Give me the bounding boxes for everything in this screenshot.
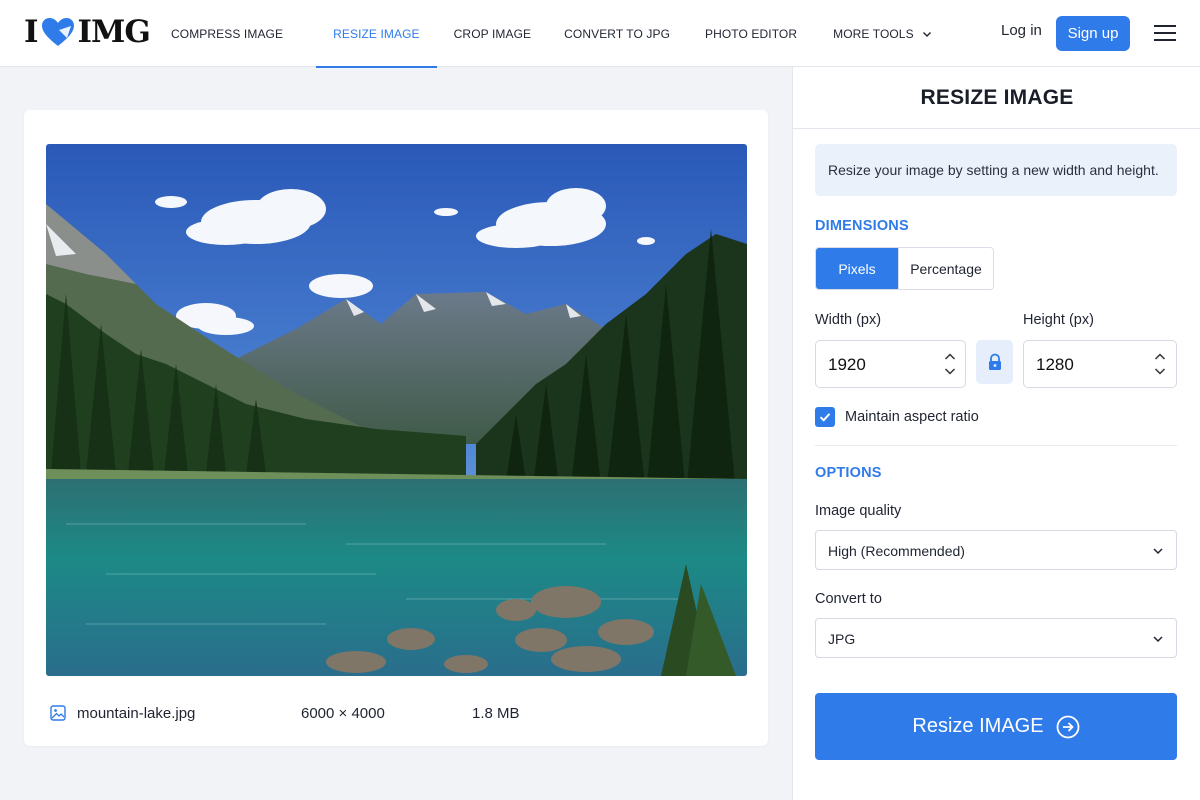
convert-value: JPG (828, 631, 856, 647)
image-preview (46, 144, 747, 676)
height-stepper-icon[interactable] (1153, 350, 1167, 378)
nav-resize-image[interactable]: RESIZE IMAGE (316, 0, 437, 68)
nav-label: MORE TOOLS (833, 26, 914, 41)
nav-label: CONVERT TO JPG (564, 26, 670, 41)
quality-label: Image quality (815, 503, 902, 519)
nav-photo-editor[interactable]: PHOTO EDITOR (705, 0, 797, 67)
resize-image-button[interactable]: Resize IMAGE (815, 693, 1177, 760)
convert-select[interactable]: JPG (815, 618, 1177, 658)
height-value: 1280 (1036, 355, 1074, 374)
aspect-lock-button[interactable] (976, 340, 1013, 384)
chevron-down-icon (1153, 636, 1163, 643)
percentage-option[interactable]: Percentage (898, 248, 993, 289)
file-name: mountain-lake.jpg (77, 705, 196, 722)
login-link[interactable]: Log in (1001, 22, 1042, 39)
nav-compress-image[interactable]: COMPRESS IMAGE (171, 0, 283, 67)
main-nav: COMPRESS IMAGE RESIZE IMAGE CROP IMAGE C… (154, 0, 932, 68)
nav-crop-image[interactable]: CROP IMAGE (454, 0, 531, 67)
panel-title: RESIZE IMAGE (793, 67, 1200, 129)
width-value: 1920 (828, 355, 866, 374)
logo-text-left: I (24, 14, 38, 50)
resize-button-label: Resize IMAGE (912, 715, 1044, 737)
file-info-row: mountain-lake.jpg 6000 × 4000 1.8 MB (50, 704, 740, 724)
signup-button[interactable]: Sign up (1056, 16, 1130, 51)
mountain-lake-photo (46, 144, 747, 676)
dimension-mode-toggle: Pixels Percentage (815, 247, 994, 290)
file-size: 1.8 MB (472, 705, 520, 722)
nav-label: CROP IMAGE (453, 26, 532, 41)
convert-label: Convert to (815, 591, 882, 607)
width-label: Width (px) (815, 312, 882, 328)
top-navigation-bar: I IMG COMPRESS IMAGE RESIZE IMAGE CROP I… (0, 0, 1200, 68)
nav-convert-to-jpg[interactable]: CONVERT TO JPG (564, 0, 670, 67)
dimensions-section-label: DIMENSIONS (815, 218, 909, 234)
nav-label: RESIZE IMAGE (333, 26, 420, 41)
maintain-aspect-checkbox[interactable] (815, 407, 835, 427)
info-banner: Resize your image by setting a new width… (815, 144, 1177, 196)
resize-settings-panel: RESIZE IMAGE Resize your image by settin… (792, 67, 1200, 800)
file-dimensions: 6000 × 4000 (301, 705, 385, 722)
hamburger-menu-icon[interactable] (1153, 23, 1177, 43)
section-divider (815, 445, 1177, 446)
options-section-label: OPTIONS (815, 465, 882, 481)
maintain-aspect-label: Maintain aspect ratio (845, 409, 979, 425)
image-preview-card: mountain-lake.jpg 6000 × 4000 1.8 MB (24, 110, 768, 746)
pixels-option[interactable]: Pixels (816, 248, 898, 289)
logo-text-right: IMG (77, 14, 151, 50)
image-file-icon (50, 705, 66, 721)
height-input[interactable]: 1280 (1023, 340, 1177, 388)
quality-select[interactable]: High (Recommended) (815, 530, 1177, 570)
quality-value: High (Recommended) (828, 543, 965, 559)
logo[interactable]: I IMG (24, 14, 151, 50)
nav-label: COMPRESS IMAGE (171, 26, 284, 41)
nav-more-tools[interactable]: MORE TOOLS (833, 0, 932, 67)
width-input[interactable]: 1920 (815, 340, 966, 388)
width-stepper-icon[interactable] (943, 350, 957, 378)
arrow-right-circle-icon (1056, 715, 1079, 738)
nav-label: PHOTO EDITOR (705, 26, 798, 41)
heart-logo-icon (41, 18, 74, 46)
chevron-down-icon (1153, 548, 1163, 555)
checkmark-icon (819, 413, 831, 422)
height-label: Height (px) (1023, 312, 1094, 328)
chevron-down-icon (922, 31, 931, 37)
lock-icon (988, 353, 1001, 370)
